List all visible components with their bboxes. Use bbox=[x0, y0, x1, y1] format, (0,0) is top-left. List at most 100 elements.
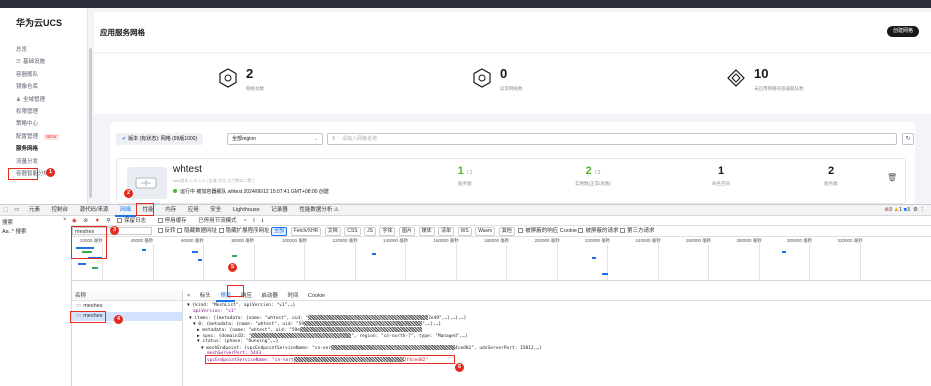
info-count[interactable]: 3 bbox=[907, 207, 910, 213]
throttle-select[interactable]: 已停用节流模式 bbox=[198, 218, 237, 224]
sidebar-scrollbar[interactable] bbox=[89, 48, 92, 198]
tab-performance-insights[interactable]: 性能数据分析 ⚠ bbox=[294, 205, 343, 216]
sidebar-item-image-registry[interactable]: 镜像仓库 bbox=[12, 81, 84, 93]
sidebar-item-config-management[interactable]: 配置管理 NEW bbox=[12, 131, 84, 143]
close-search-icon[interactable]: × bbox=[63, 217, 67, 223]
network-filter-row: meshes 反转 隐藏数据网址 隐藏扩展程序网址 全部 Fetch/XHR 文… bbox=[72, 226, 931, 237]
timeline-gridline bbox=[455, 244, 457, 281]
tab-lighthouse[interactable]: Lighthouse bbox=[228, 205, 265, 216]
mesh-search-input[interactable]: ⚲ 请输入网格名称 bbox=[327, 133, 897, 145]
highlight-endpoint-line bbox=[205, 355, 455, 364]
type-media[interactable]: 媒体 bbox=[418, 227, 435, 236]
tab-initiator[interactable]: 启动器 bbox=[257, 291, 282, 301]
hide-extension-urls-checkbox[interactable]: 隐藏扩展程序网址 bbox=[218, 227, 270, 234]
sidebar-item-overview[interactable]: 总览 bbox=[12, 44, 84, 56]
clear-icon[interactable]: ⊘ bbox=[83, 218, 88, 224]
mesh-card[interactable]: whtest Istio版本 1.18.7-r1 | 区域 华北-乌兰察布二零三… bbox=[116, 158, 906, 204]
tab-cookie[interactable]: Cookie bbox=[304, 291, 329, 301]
type-ws[interactable]: WS bbox=[457, 227, 472, 236]
delete-icon[interactable]: 🗑 bbox=[887, 173, 897, 182]
refresh-button[interactable]: ↻ bbox=[902, 133, 914, 145]
timeline-request-bar bbox=[782, 251, 786, 253]
top-header-bar bbox=[0, 0, 931, 8]
tab-sources[interactable]: 源代码/来源 bbox=[75, 205, 114, 216]
upload-icon[interactable]: ⭱ bbox=[253, 218, 255, 224]
mesh-col-label: 服务数 bbox=[458, 181, 472, 186]
type-js[interactable]: JS bbox=[364, 227, 376, 236]
mesh-col-label: 命名空间 bbox=[712, 181, 730, 186]
sidebar-item-fleets[interactable]: 容器舰队 bbox=[12, 69, 84, 81]
create-mesh-button[interactable]: 创建网格 bbox=[887, 26, 919, 37]
third-party-checkbox[interactable]: 第三方请求 bbox=[620, 227, 655, 234]
download-icon[interactable]: ⭳ bbox=[262, 218, 264, 224]
tab-recorder[interactable]: 记录器 bbox=[266, 205, 293, 216]
type-fetch-xhr[interactable]: Fetch/XHR bbox=[290, 227, 322, 236]
sidebar-item-label: 服务网格 bbox=[16, 146, 39, 153]
mesh-list-panel: ✔ 版本 (有状态): 网格 (99版1000) 全部region ⌄ ⚲ 请输入网格… bbox=[110, 122, 915, 204]
disable-cache-checkbox[interactable]: 停用缓存 bbox=[157, 217, 192, 224]
type-manifest[interactable]: 清单 bbox=[438, 227, 455, 236]
sidebar-item-traffic-distribution[interactable]: 流量分发 bbox=[12, 156, 84, 168]
page-title: 应用服务网格 bbox=[100, 28, 145, 37]
record-icon[interactable]: ◉ bbox=[72, 218, 77, 224]
device-toolbar-icon[interactable]: ▭ bbox=[11, 205, 22, 216]
redacted-block bbox=[299, 327, 422, 332]
type-all[interactable]: 全部 bbox=[271, 227, 288, 236]
more-icon[interactable]: ⋮ bbox=[920, 207, 926, 213]
tab-application[interactable]: 应用 bbox=[183, 205, 204, 216]
sidebar-item-label: 镜像仓库 bbox=[16, 84, 39, 91]
tab-memory[interactable]: 内存 bbox=[160, 205, 181, 216]
tab-security[interactable]: 安全 bbox=[205, 205, 226, 216]
tab-elements[interactable]: 元素 bbox=[24, 205, 45, 216]
timeline-gridline bbox=[758, 244, 760, 281]
warning-count[interactable]: 1 bbox=[899, 207, 902, 213]
step-marker-5: 5 bbox=[228, 263, 237, 272]
request-list-header[interactable]: 名称 bbox=[72, 291, 182, 301]
error-count[interactable]: 3 bbox=[889, 207, 892, 213]
settings-icon[interactable]: ⚙ bbox=[913, 207, 918, 213]
timeline-request-bar bbox=[92, 267, 98, 269]
mesh-icon bbox=[219, 68, 237, 88]
sidebar-item-policy-center[interactable]: 策略中心 bbox=[12, 118, 84, 130]
inspect-icon[interactable]: ⬚ bbox=[0, 205, 11, 216]
type-other[interactable]: 其他 bbox=[498, 227, 515, 236]
type-doc[interactable]: 文档 bbox=[324, 227, 341, 236]
sidebar-item-infrastructure[interactable]: ☰ 基础设施 bbox=[12, 56, 84, 68]
sidebar-item-service-mesh[interactable]: 服务网格 bbox=[12, 143, 84, 155]
tab-timing[interactable]: 时间 bbox=[283, 291, 302, 301]
search-options[interactable]: Aa .* 搜索 bbox=[0, 227, 72, 237]
sidebar-nav: 总览 ☰ 基础设施 容器舰队 镜像仓库 ♟ 全域管理 权限管理 策略中心 配置管理 N… bbox=[12, 44, 84, 180]
sidebar-item-global-management[interactable]: ♟ 全域管理 bbox=[12, 94, 84, 106]
blocked-cookie-checkbox[interactable]: 被屏蔽的响应 Cookie bbox=[518, 227, 577, 234]
tab-headers[interactable]: 标头 bbox=[196, 291, 215, 301]
stat-label: 异常网格数 bbox=[500, 86, 523, 91]
type-wasm[interactable]: Wasm bbox=[475, 227, 496, 236]
network-toolbar: ◉ ⊘ ▼ ⚲ 保留日志 停用缓存 已停用节流模式 ◔ ⭱ ⭳ bbox=[72, 216, 931, 226]
hide-data-urls-checkbox[interactable]: 隐藏数据网址 bbox=[177, 227, 217, 234]
request-row[interactable]: ▭ meshes bbox=[72, 302, 182, 311]
region-select[interactable]: 全部region ⌄ bbox=[227, 133, 323, 145]
network-timeline[interactable]: 20000 毫秒 40000 毫秒 60000 毫秒 80000 毫秒 100000 毫… bbox=[72, 237, 931, 281]
preserve-log-checkbox[interactable]: 保留日志 bbox=[117, 217, 151, 224]
mesh-col-value: 2 / 2 bbox=[585, 165, 601, 177]
step-marker-6: 6 bbox=[455, 363, 464, 372]
search-results-pane bbox=[0, 237, 72, 386]
filter-icon[interactable]: ▼ bbox=[94, 218, 99, 224]
mesh-col-namespaces: 1 命名空间 bbox=[681, 165, 761, 187]
sidebar-item-permissions[interactable]: 权限管理 bbox=[12, 106, 84, 118]
type-font[interactable]: 字体 bbox=[379, 227, 396, 236]
type-img[interactable]: 图片 bbox=[398, 227, 415, 236]
mesh-status-text: 运行中 被加容器舰队 whtest 2024/06/12 15:07:41 GM… bbox=[180, 189, 329, 195]
mesh-name[interactable]: whtest bbox=[173, 164, 202, 175]
type-css[interactable]: CSS bbox=[344, 227, 361, 236]
filter-chip[interactable]: ✔ 版本 (有状态): 网格 (99版1000) bbox=[116, 133, 204, 145]
search-icon[interactable]: ⚲ bbox=[106, 218, 110, 224]
close-detail-icon[interactable]: × bbox=[183, 291, 194, 301]
sidebar-item-label: 配置管理 bbox=[16, 133, 39, 140]
tab-console[interactable]: 控制台 bbox=[46, 205, 73, 216]
invert-checkbox[interactable]: 反转 bbox=[157, 227, 176, 234]
timeline-request-bar bbox=[192, 251, 198, 253]
sidebar-item-label: 全域管理 bbox=[22, 96, 45, 103]
blocked-requests-checkbox[interactable]: 被屏蔽的请求 bbox=[578, 227, 618, 234]
wifi-icon[interactable]: ◔ bbox=[243, 218, 246, 224]
